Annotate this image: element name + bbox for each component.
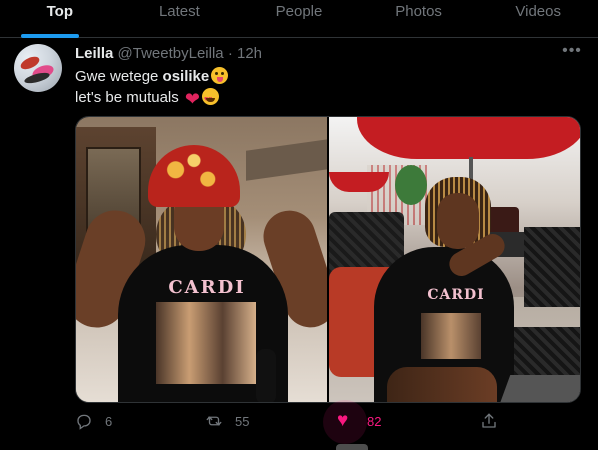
tab-label: Photos xyxy=(395,3,442,20)
red-umbrella xyxy=(357,117,580,159)
bucket-hat xyxy=(148,145,240,207)
tab-top[interactable]: Top xyxy=(0,0,120,37)
reply-button[interactable]: 6 xyxy=(75,412,112,430)
retweet-icon xyxy=(206,416,222,426)
red-heart-emoji-icon: ❤ xyxy=(184,89,201,109)
tab-label: People xyxy=(275,3,323,20)
text-segment: let's be mutuals xyxy=(75,89,179,106)
more-icon: ••• xyxy=(562,42,582,59)
tab-latest[interactable]: Latest xyxy=(120,0,240,37)
separator-dot: · xyxy=(227,45,233,62)
like-icon: ♥ xyxy=(337,410,349,431)
tab-photos[interactable]: Photos xyxy=(359,0,479,37)
photo-left[interactable]: CARDI xyxy=(76,117,327,402)
tweet-media: CARDI CARDI xyxy=(75,116,581,403)
display-name[interactable]: Leilla xyxy=(75,45,113,62)
like-tooltip xyxy=(336,444,368,450)
retweet-count: 55 xyxy=(235,413,250,429)
share-icon xyxy=(482,413,496,428)
like-button[interactable]: ♥ 82 xyxy=(323,400,382,444)
reply-count: 6 xyxy=(105,413,113,429)
tab-people[interactable]: People xyxy=(239,0,359,37)
highlighted-keyword: osilike xyxy=(162,68,210,85)
share-button[interactable] xyxy=(480,412,510,430)
more-options-button[interactable]: ••• xyxy=(560,42,584,62)
active-tab-indicator xyxy=(21,34,79,38)
shirt-print-text: CARDI xyxy=(168,277,246,298)
like-count: 82 xyxy=(367,413,382,429)
photo-right[interactable]: CARDI xyxy=(329,117,580,402)
heart-eyes-emoji-icon xyxy=(202,88,220,110)
tweet-text-line-2: let's be mutuals ❤ xyxy=(75,87,228,110)
tweet-text-line-1: Gwe wetege osilike xyxy=(75,66,229,87)
reply-icon xyxy=(77,414,91,430)
shirt-print-text: CARDI xyxy=(427,287,485,303)
text-segment: Gwe wetege xyxy=(75,68,163,85)
tab-label: Top xyxy=(46,3,73,20)
tweet-timestamp[interactable]: 12h xyxy=(237,45,262,62)
search-tabs: Top Latest People Photos Videos xyxy=(0,0,598,38)
tab-videos[interactable]: Videos xyxy=(478,0,598,37)
user-handle[interactable]: @TweetbyLeilla xyxy=(118,45,224,62)
retweet-button[interactable]: 55 xyxy=(205,412,249,430)
tab-label: Videos xyxy=(515,3,561,20)
tweet-header: Leilla @TweetbyLeilla · 12h xyxy=(75,45,262,62)
winking-tongue-emoji-icon xyxy=(211,67,229,84)
tab-label: Latest xyxy=(158,3,200,20)
tweet-text: Gwe wetege osilike let's be mutuals ❤ xyxy=(75,66,229,110)
avatar[interactable] xyxy=(14,44,62,92)
tweet-actions: 6 55 ♥ 82 xyxy=(75,400,515,444)
